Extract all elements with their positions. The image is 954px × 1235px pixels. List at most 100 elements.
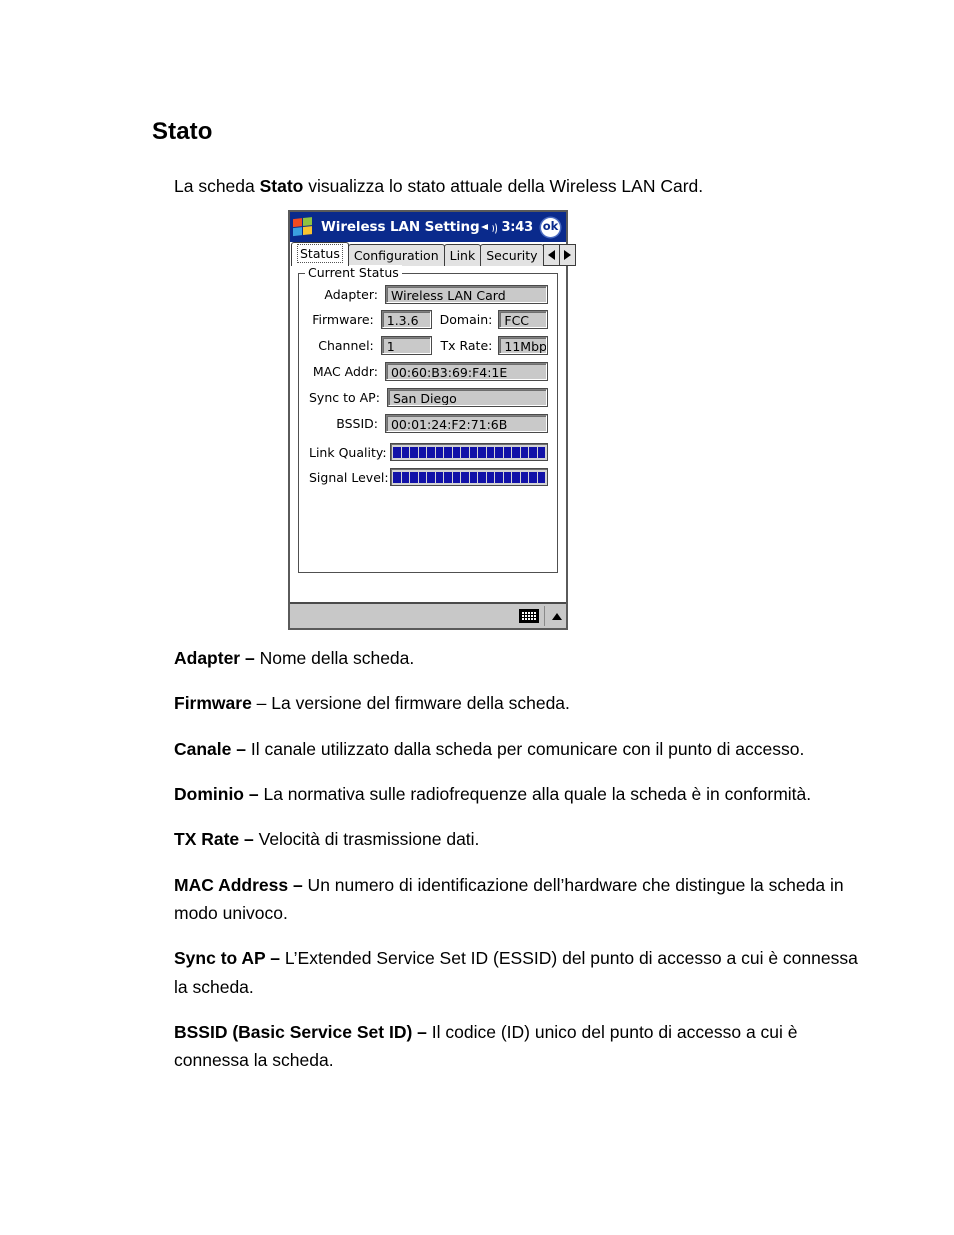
row-link-quality: Link Quality:: [309, 444, 547, 460]
document-body: Stato La scheda Stato visualizza lo stat…: [152, 118, 872, 199]
definition-item: TX Rate – Velocità di trasmissione dati.: [174, 825, 874, 853]
page-artifact: [98, 1205, 133, 1212]
row-signal-level: Signal Level:: [309, 469, 547, 485]
definition-term: Adapter –: [174, 648, 255, 668]
meter-segment: [503, 446, 511, 458]
tab-configuration[interactable]: Configuration: [347, 244, 445, 266]
meter-segment: [469, 446, 477, 458]
current-status-group: Current Status Adapter: Wireless LAN Car…: [298, 265, 558, 573]
meter-segment: [486, 471, 494, 483]
triangle-up-icon[interactable]: [552, 612, 562, 620]
txrate-value: 11Mbps: [499, 337, 547, 354]
meter-segment: [427, 471, 435, 483]
titlebar-right-group: 3:43 ok: [481, 217, 560, 237]
meter-segment: [418, 446, 426, 458]
window-titlebar: Wireless LAN Setting 3:43 ok: [290, 212, 566, 242]
group-legend: Current Status: [305, 265, 402, 280]
meter-segment: [537, 471, 545, 483]
meter-segment: [537, 446, 545, 458]
definition-term: Canale –: [174, 738, 246, 759]
domain-value: FCC: [499, 311, 547, 328]
firmware-label: Firmware:: [312, 312, 374, 327]
signal-level-label: Signal Level:: [309, 469, 389, 485]
meter-segment: [444, 471, 452, 483]
clock-label[interactable]: 3:43: [501, 220, 533, 235]
definition-item: Firmware – La versione del firmware dell…: [174, 689, 874, 717]
meter-segment: [401, 471, 409, 483]
meter-segment: [512, 446, 520, 458]
arrow-left-icon[interactable]: [544, 245, 559, 265]
arrow-right-icon[interactable]: [558, 245, 575, 265]
row-sync-to-ap: Sync to AP: San Diego: [309, 389, 547, 406]
tab-panel-status: Current Status Adapter: Wireless LAN Car…: [290, 265, 566, 606]
meter-segment: [393, 471, 401, 483]
definition-term: Firmware: [174, 693, 252, 714]
domain-label: Domain:: [439, 312, 493, 327]
link-quality-label: Link Quality:: [309, 444, 387, 460]
tab-status[interactable]: Status: [291, 242, 349, 266]
soft-input-taskbar: [290, 602, 566, 628]
definition-item: MAC Address – Un numero di identificazio…: [174, 871, 874, 928]
intro-bold-term: Stato: [259, 176, 304, 196]
definition-term: TX Rate –: [174, 829, 254, 850]
meter-segment: [427, 446, 435, 458]
txrate-label: Tx Rate:: [440, 338, 493, 353]
tab-bar: Status Configuration Link Security: [290, 242, 576, 266]
bssid-label: BSSID:: [336, 416, 378, 431]
adapter-label: Adapter:: [324, 287, 378, 302]
meter-segment: [452, 471, 460, 483]
mac-label: MAC Addr:: [312, 364, 378, 379]
bssid-value: 00:01:24:F2:71:6B: [385, 415, 547, 432]
meter-segment: [401, 446, 409, 458]
intro-text-before: La scheda: [174, 176, 260, 196]
meter-segment: [520, 471, 528, 483]
definition-item: Dominio – La normativa sulle radiofreque…: [174, 780, 874, 808]
taskbar-divider: [544, 606, 545, 626]
page-title: Stato: [152, 118, 213, 145]
meter-segment: [495, 446, 503, 458]
meter-segment: [435, 446, 443, 458]
definition-text: Velocità di trasmissione dati.: [253, 829, 480, 850]
intro-paragraph: La scheda Stato visualizza lo stato attu…: [174, 174, 872, 199]
tab-status-label: Status: [297, 244, 343, 263]
meter-segment: [410, 446, 418, 458]
tab-scroll-buttons: [542, 244, 576, 266]
definition-term: Dominio –: [174, 784, 259, 805]
mac-value: 00:60:B3:69:F4:1E: [385, 363, 547, 380]
definition-text: Il canale utilizzato dalla scheda per co…: [245, 738, 805, 759]
sync-to-ap-value: San Diego: [387, 389, 547, 406]
meter-segment: [444, 446, 452, 458]
keyboard-icon[interactable]: [519, 609, 539, 623]
meter-segment: [435, 471, 443, 483]
definition-list: Adapter – Nome della scheda. Firmware – …: [174, 644, 874, 1075]
meter-segment: [418, 471, 426, 483]
signal-level-meter: [391, 469, 547, 485]
meter-segment: [452, 446, 460, 458]
firmware-value: 1.3.6: [381, 311, 432, 328]
meter-segment: [461, 446, 469, 458]
definition-text: Nome della scheda.: [254, 648, 415, 668]
meter-segment: [520, 446, 528, 458]
definition-term: BSSID (Basic Service Set ID) –: [174, 1022, 427, 1043]
definition-item: Canale – Il canale utilizzato dalla sche…: [174, 735, 874, 763]
speaker-icon[interactable]: [481, 221, 498, 235]
meter-segment: [469, 471, 477, 483]
definition-item: BSSID (Basic Service Set ID) – Il codice…: [174, 1018, 874, 1075]
row-adapter: Adapter: Wireless LAN Card: [309, 286, 547, 303]
meter-segment: [529, 446, 537, 458]
row-bssid: BSSID: 00:01:24:F2:71:6B: [309, 415, 547, 432]
definition-text: – La versione del firmware della scheda.: [251, 693, 570, 714]
windows-flag-icon: [293, 216, 314, 237]
row-firmware-domain: Firmware: 1.3.6 Domain: FCC: [309, 311, 547, 328]
definition-item: Adapter – Nome della scheda.: [174, 644, 874, 672]
meter-segment: [393, 446, 401, 458]
pda-screenshot: Wireless LAN Setting 3:43 ok Status Conf…: [288, 210, 576, 630]
definition-term: Sync to AP –: [174, 948, 281, 969]
tab-link[interactable]: Link: [443, 244, 482, 266]
ok-button[interactable]: ok: [541, 217, 560, 237]
row-mac: MAC Addr: 00:60:B3:69:F4:1E: [309, 363, 547, 380]
tab-security[interactable]: Security: [480, 244, 544, 266]
link-quality-meter: [391, 444, 547, 460]
meter-segment: [512, 471, 520, 483]
definition-term: MAC Address –: [174, 874, 303, 895]
